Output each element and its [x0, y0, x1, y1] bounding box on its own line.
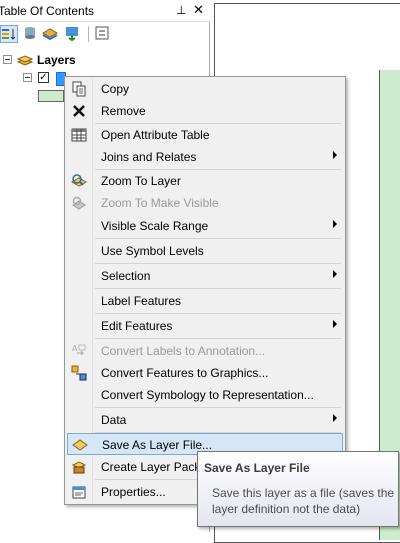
list-by-drawing-order-icon[interactable] [0, 25, 18, 43]
layer-symbol-swatch[interactable] [38, 90, 64, 102]
copy-icon [71, 81, 87, 97]
list-by-source-icon[interactable] [22, 25, 40, 43]
menu-item-label: Copy [101, 82, 130, 96]
menu-item-zoom-to-make-visible[interactable]: Zoom To Make Visible [67, 192, 343, 214]
layers-root-label: Layers [37, 53, 76, 67]
layer-context-menu: Copy Remove Open Attribute Table Joins a… [64, 76, 346, 505]
collapse-icon[interactable] [3, 55, 12, 64]
menu-item-label: Create Layer Packa [101, 460, 208, 474]
menu-item-label: Convert Symbology to Representation... [101, 388, 314, 402]
layer-file-icon [72, 437, 88, 453]
submenu-arrow-icon [333, 270, 337, 278]
remove-icon [71, 103, 87, 119]
menu-item-label-features[interactable]: Label Features [67, 290, 343, 312]
menu-item-copy[interactable]: Copy [67, 78, 343, 100]
list-by-visibility-icon[interactable] [41, 25, 60, 43]
menu-item-label: Properties... [101, 485, 166, 499]
layers-icon [16, 52, 34, 71]
menu-item-zoom-to-layer[interactable]: Zoom To Layer [67, 170, 343, 192]
tooltip-title: Save As Layer File [204, 461, 310, 475]
table-icon [71, 127, 87, 143]
menu-item-label: Open Attribute Table [101, 128, 210, 142]
menu-item-convert-features-to-graphics[interactable]: Convert Features to Graphics... [67, 362, 343, 384]
menu-item-edit-features[interactable]: Edit Features [67, 315, 343, 337]
menu-separator [95, 338, 341, 339]
menu-item-open-attribute-table[interactable]: Open Attribute Table [67, 124, 343, 146]
zoom-to-visible-icon [71, 195, 87, 211]
menu-item-data[interactable]: Data [67, 409, 343, 431]
menu-separator [95, 313, 341, 314]
layer-package-icon [71, 459, 87, 475]
convert-labels-icon: A [71, 343, 87, 359]
layer-visibility-checkbox[interactable]: ✓ [38, 72, 49, 83]
menu-item-visible-scale-range[interactable]: Visible Scale Range [67, 215, 343, 237]
properties-icon [71, 484, 87, 500]
menu-item-joins-and-relates[interactable]: Joins and Relates [67, 146, 343, 168]
menu-item-convert-labels-to-annotation[interactable]: A Convert Labels to Annotation... [67, 340, 343, 362]
menu-item-remove[interactable]: Remove [67, 100, 343, 122]
pin-icon[interactable]: ⊥ [176, 3, 186, 17]
toolbar-separator [88, 26, 89, 42]
menu-item-label: Visible Scale Range [101, 219, 209, 233]
toc-toolbar [0, 22, 210, 48]
submenu-arrow-icon [333, 220, 337, 228]
submenu-arrow-icon [333, 414, 337, 422]
menu-separator [95, 407, 341, 408]
menu-item-label: Convert Features to Graphics... [101, 366, 269, 380]
save-as-layer-file-tooltip: Save As Layer File Save this layer as a … [197, 451, 399, 527]
submenu-arrow-icon [333, 151, 337, 159]
menu-item-selection[interactable]: Selection [67, 265, 343, 287]
close-icon[interactable]: ✕ [193, 2, 204, 18]
list-by-selection-icon[interactable] [64, 25, 82, 43]
menu-item-label: Joins and Relates [101, 150, 197, 164]
toc-title-bar: Table Of Contents ⊥ ✕ [0, 0, 210, 22]
collapse-icon[interactable] [23, 73, 32, 82]
options-icon[interactable] [94, 25, 112, 43]
menu-item-label: Selection [101, 269, 151, 283]
svg-text:A: A [72, 344, 78, 353]
menu-item-label: Edit Features [101, 319, 173, 333]
menu-item-label: Save As Layer File... [102, 438, 213, 452]
menu-item-label: Remove [101, 104, 146, 118]
submenu-arrow-icon [333, 320, 337, 328]
menu-item-label: Zoom To Layer [101, 174, 181, 188]
menu-item-label: Label Features [101, 294, 182, 308]
menu-separator [95, 288, 341, 289]
zoom-to-layer-icon [70, 173, 88, 189]
menu-item-label: Use Symbol Levels [101, 244, 204, 258]
menu-item-convert-symbology-to-representation[interactable]: Convert Symbology to Representation... [67, 384, 343, 406]
menu-item-use-symbol-levels[interactable]: Use Symbol Levels [67, 240, 343, 262]
convert-graphics-icon [71, 365, 87, 381]
menu-item-label: Zoom To Make Visible [101, 196, 219, 210]
menu-item-label: Data [101, 413, 127, 427]
menu-item-label: Convert Labels to Annotation... [101, 344, 266, 358]
toc-title: Table Of Contents [0, 4, 95, 18]
menu-separator [95, 238, 341, 239]
layers-root-row[interactable]: Layers [0, 52, 200, 68]
tooltip-body: Save this layer as a file (saves the lay… [212, 486, 395, 516]
menu-separator [95, 263, 341, 264]
